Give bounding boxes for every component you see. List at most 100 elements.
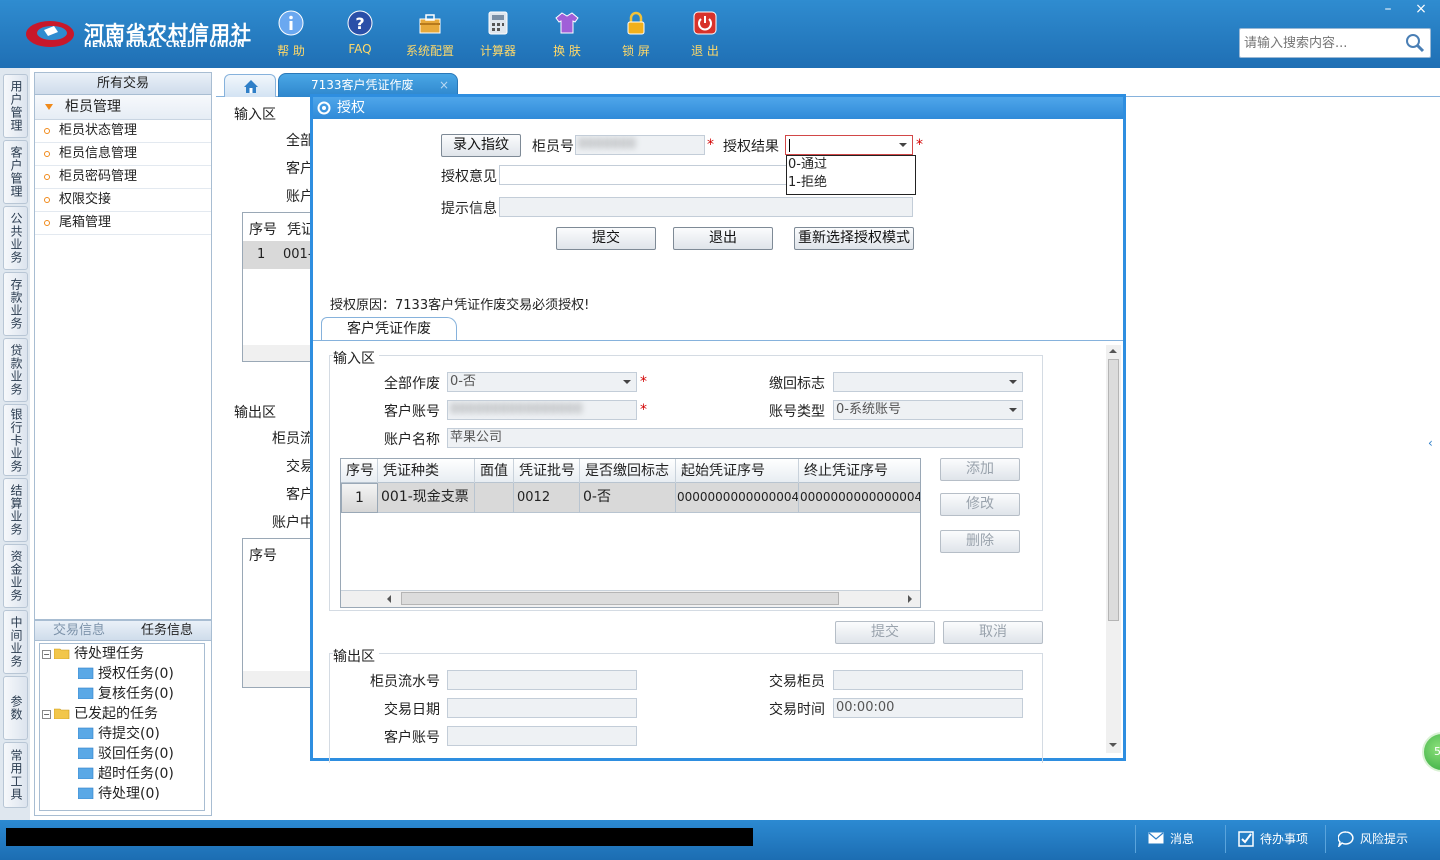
menu-item-label: 柜员密码管理 [59, 169, 138, 184]
menu-item-teller-status[interactable]: 柜员状态管理 [35, 120, 211, 143]
bg-grid: 序号 凭证 1 001- [242, 212, 315, 362]
vnav-funds-business[interactable]: 资金业务 [3, 544, 28, 608]
vnav-customer-management[interactable]: 客户管理 [3, 140, 28, 204]
tab-close-icon[interactable]: × [439, 74, 449, 96]
logo-mark-icon [26, 21, 74, 47]
menu-item-tail-box[interactable]: 尾箱管理 [35, 212, 211, 235]
scroll-down-icon[interactable] [1109, 743, 1117, 747]
form-cancel-button[interactable]: 取消 [943, 621, 1043, 644]
vnav-public-business[interactable]: 公共业务 [3, 206, 28, 270]
grid-header: 序号 凭证种类 面值 凭证批号 是否缴回标志 起始凭证序号 终止凭证序号 [341, 459, 920, 483]
system-config-button[interactable]: 系统配置 [400, 8, 460, 60]
grid-horizontal-scrollbar[interactable] [341, 590, 920, 607]
reselect-auth-mode-button[interactable]: 重新选择授权模式 [794, 227, 914, 250]
form-submit-button[interactable]: 提交 [835, 621, 935, 644]
return-flag-select[interactable] [833, 372, 1023, 392]
vnav-bank-card-business[interactable]: 银行卡业务 [3, 404, 28, 476]
chevron-down-icon [623, 380, 631, 384]
todo-button[interactable]: 待办事项 [1225, 825, 1325, 853]
home-tab[interactable] [224, 74, 276, 97]
grid-scroll-thumb[interactable] [401, 592, 839, 605]
chevron-down-icon [899, 143, 907, 147]
scroll-right-icon[interactable] [908, 595, 912, 603]
tab-task-info[interactable]: 任务信息 [123, 621, 211, 640]
teller-no-field[interactable]: 0000000 [575, 135, 705, 155]
menu-item-teller-info[interactable]: 柜员信息管理 [35, 143, 211, 166]
risk-alert-button[interactable]: 风险提示 [1325, 825, 1435, 853]
option-reject[interactable]: 1-拒绝 [787, 174, 915, 192]
exit-button[interactable]: 退 出 [675, 8, 735, 60]
calculator-button[interactable]: 计算器 [468, 8, 528, 60]
tree-node-timeout[interactable]: 超时任务(0) [78, 764, 174, 784]
scroll-up-icon[interactable] [1109, 349, 1117, 353]
dialog-vertical-scrollbar[interactable] [1106, 345, 1121, 753]
cust-account-value: 0000000000000000 [450, 402, 583, 417]
return-flag-label: 缴回标志 [769, 376, 825, 392]
tree-node-rejected[interactable]: 驳回任务(0) [78, 744, 174, 764]
minimize-button[interactable]: – [1375, 1, 1401, 19]
lock-screen-button[interactable]: 锁 屏 [606, 8, 666, 60]
dialog-submit-button[interactable]: 提交 [556, 227, 656, 250]
menu-group-label: 柜员管理 [65, 99, 121, 115]
collapse-icon[interactable]: − [42, 650, 51, 659]
collapse-right-panel-icon[interactable]: ‹ [1428, 436, 1433, 450]
tree-node-to-handle[interactable]: 待处理(0) [78, 784, 160, 804]
dialog-scroll-thumb[interactable] [1108, 359, 1119, 621]
all-void-value: 0-否 [450, 374, 476, 389]
folder-icon [78, 787, 94, 799]
tab-customer-voucher-void[interactable]: 客户凭证作废 [321, 317, 457, 341]
account-type-select[interactable]: 0-系统账号 [833, 400, 1023, 420]
tree-node-pending[interactable]: − 待处理任务 [42, 644, 144, 664]
dialog-exit-button[interactable]: 退出 [673, 227, 773, 250]
tree-node-review-task[interactable]: 复核任务(0) [78, 684, 174, 704]
fingerprint-button[interactable]: 录入指纹 [441, 134, 521, 157]
tree-label: 授权任务(0) [98, 666, 174, 682]
vnav-settlement-business[interactable]: 结算业务 [3, 478, 28, 542]
calculator-label: 计算器 [479, 44, 516, 58]
help-button[interactable]: 帮 助 [261, 8, 321, 60]
checkbox-icon [1238, 831, 1254, 847]
skin-button[interactable]: 换 肤 [537, 8, 597, 60]
cust-account-field[interactable]: 0000000000000000 [447, 400, 637, 420]
faq-button[interactable]: ? FAQ [330, 8, 390, 60]
messages-button[interactable]: 消息 [1135, 825, 1225, 853]
skin-label: 换 肤 [553, 44, 581, 58]
menu-item-permission-handover[interactable]: 权限交接 [35, 189, 211, 212]
modify-button[interactable]: 修改 [940, 493, 1020, 516]
search-input[interactable] [1244, 34, 1404, 53]
all-void-select[interactable]: 0-否 [447, 372, 637, 392]
folder-icon [78, 667, 94, 679]
tree-node-initiated[interactable]: − 已发起的任务 [42, 704, 158, 724]
todo-label: 待办事项 [1260, 832, 1309, 846]
menu-item-label: 柜员信息管理 [59, 146, 138, 161]
menu-item-teller-password[interactable]: 柜员密码管理 [35, 166, 211, 189]
option-pass[interactable]: 0-通过 [787, 156, 915, 174]
trade-date-field [447, 698, 637, 718]
menu-group-teller-management[interactable]: 柜员管理 [35, 95, 211, 120]
collapse-icon[interactable]: − [42, 710, 51, 719]
search-icon[interactable] [1404, 32, 1426, 54]
grid-row[interactable]: 1 001-现金支票 0012 0-否 0000000000000004 000… [341, 483, 920, 513]
auth-result-select[interactable] [785, 135, 913, 155]
bg-grid-row[interactable]: 1 001- [243, 241, 313, 269]
tree-node-to-submit[interactable]: 待提交(0) [78, 724, 160, 744]
bg-grid-scrollbar[interactable] [243, 345, 311, 361]
delete-button[interactable]: 删除 [940, 530, 1020, 553]
messages-label: 消息 [1170, 832, 1195, 846]
vnav-deposit-business[interactable]: 存款业务 [3, 272, 28, 336]
info-icon [278, 10, 304, 36]
tab-transaction-info[interactable]: 交易信息 [35, 621, 123, 640]
vnav-intermediate-business[interactable]: 中间业务 [3, 610, 28, 674]
tree-node-auth-task[interactable]: 授权任务(0) [78, 664, 174, 684]
scroll-left-icon[interactable] [387, 595, 391, 603]
close-window-button[interactable]: × [1408, 1, 1434, 19]
vnav-user-management[interactable]: 用户管理 [3, 74, 28, 138]
vnav-common-tools[interactable]: 常用工具 [3, 742, 28, 808]
vnav-loan-business[interactable]: 贷款业务 [3, 338, 28, 402]
add-button[interactable]: 添加 [940, 458, 1020, 481]
vnav-parameters[interactable]: 参数 [3, 676, 28, 740]
chat-bubble-icon [1338, 831, 1354, 847]
bg-output-grid-scrollbar[interactable] [243, 671, 311, 687]
help-label: 帮 助 [277, 44, 305, 58]
dialog-gear-icon [317, 101, 331, 115]
